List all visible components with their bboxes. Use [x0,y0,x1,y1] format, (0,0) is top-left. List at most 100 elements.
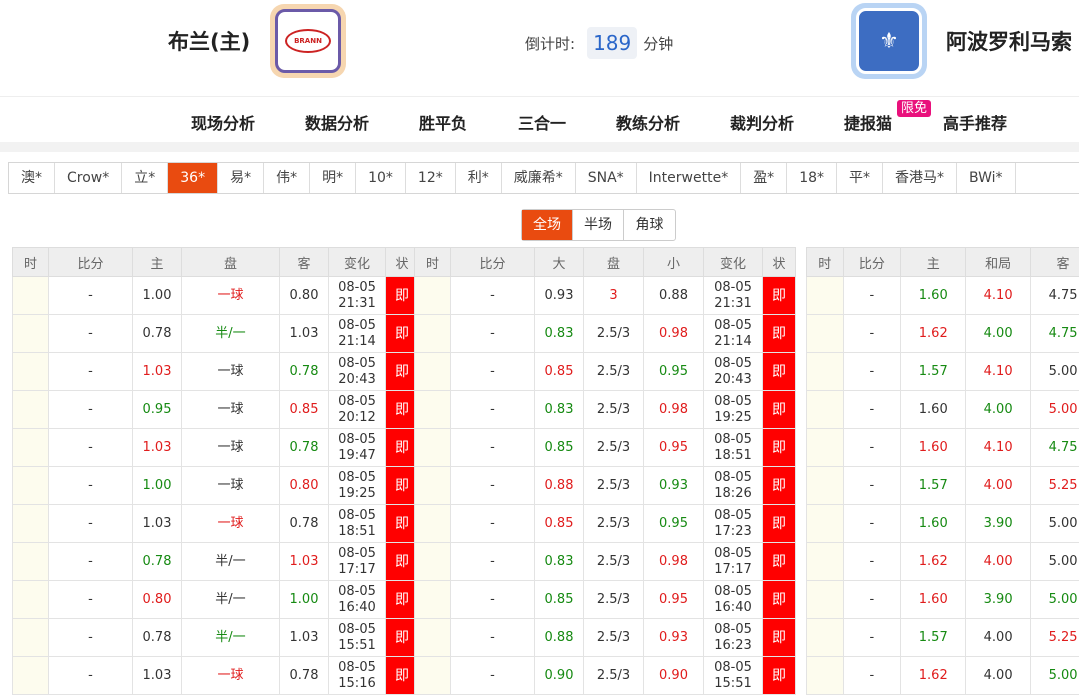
table-row[interactable]: -1.603.905.00 [807,505,1079,543]
bookmaker-tab[interactable]: 36* [168,163,218,193]
table-row[interactable]: -0.9330.8808-0521:31即 [415,277,796,315]
status-cell[interactable]: 即 [763,581,796,619]
table-row[interactable]: -0.832.5/30.9808-0521:14即 [415,315,796,353]
under-odds-cell: 0.93 [644,467,704,505]
table-row[interactable]: -0.832.5/30.9808-0519:25即 [415,391,796,429]
table-row[interactable]: -1.604.005.00 [807,391,1079,429]
status-cell[interactable]: 即 [763,619,796,657]
score-cell: - [843,581,901,619]
table-row[interactable]: -0.78半/一1.0308-0517:17即 [13,543,419,581]
table-row[interactable]: -1.00一球0.8008-0521:31即 [13,277,419,315]
table-row[interactable]: -0.882.5/30.9308-0516:23即 [415,619,796,657]
bookmaker-tab[interactable]: 澳* [9,163,55,193]
table-row[interactable]: -0.852.5/30.9508-0516:40即 [415,581,796,619]
table-row[interactable]: -0.80半/一1.0008-0516:40即 [13,581,419,619]
bookmaker-tab[interactable]: BWi* [957,163,1016,193]
away-team-name[interactable]: 阿波罗利马索 [946,26,1072,56]
table-row[interactable]: -1.624.004.75 [807,315,1079,353]
change-time-cell: 08-0521:31 [704,277,763,315]
table-row[interactable]: -0.852.5/30.9508-0517:23即 [415,505,796,543]
table-row[interactable]: -0.95一球0.8508-0520:12即 [13,391,419,429]
period-tab[interactable]: 全场 [522,210,573,240]
table-row[interactable]: -1.03一球0.7808-0520:43即 [13,353,419,391]
table-row[interactable]: -1.574.005.25 [807,467,1079,505]
status-cell[interactable]: 即 [763,353,796,391]
nav-referee-analysis[interactable]: 裁判分析 [730,110,794,134]
table-row[interactable]: -1.624.005.00 [807,543,1079,581]
table-row[interactable]: -1.574.005.25 [807,619,1079,657]
score-cell: - [451,505,535,543]
change-date: 08-05 [704,470,762,486]
bookmaker-tab[interactable]: 10* [356,163,406,193]
time-blank-cell [415,353,451,391]
bookmaker-tab[interactable]: 利* [456,163,502,193]
table-row[interactable]: -1.574.105.00 [807,353,1079,391]
table-row[interactable]: -1.624.005.00 [807,657,1079,695]
change-time: 21:14 [704,334,762,350]
bookmaker-tab[interactable]: 12* [406,163,456,193]
nav-coach-analysis[interactable]: 教练分析 [616,110,680,134]
bookmaker-tab[interactable]: 伟* [264,163,310,193]
bookmaker-tab[interactable]: 平* [837,163,883,193]
away-odds-cell: 1.03 [280,315,329,353]
bookmaker-tab[interactable]: 立* [122,163,168,193]
bookmaker-tab[interactable]: 18* [787,163,837,193]
time-blank-cell [807,505,844,543]
period-tab[interactable]: 半场 [573,210,624,240]
status-cell[interactable]: 即 [763,391,796,429]
table-row[interactable]: -0.852.5/30.9508-0520:43即 [415,353,796,391]
table-row[interactable]: -1.03一球0.7808-0518:51即 [13,505,419,543]
bookmaker-tab[interactable]: 威廉希* [502,163,576,193]
bookmaker-tab[interactable]: 香港马* [883,163,957,193]
home-team-logo[interactable]: BRANN [270,4,346,78]
away-team-logo[interactable]: ⚜ [851,3,927,79]
period-tab[interactable]: 角球 [624,210,675,240]
status-cell[interactable]: 即 [763,543,796,581]
nav-jiebaomao[interactable]: 捷报猫 [844,110,892,134]
status-cell[interactable]: 即 [763,315,796,353]
nav-win-draw-lose[interactable]: 胜平负 [419,110,467,134]
status-cell[interactable]: 即 [763,657,796,695]
bookmaker-tab[interactable]: Interwette* [637,163,742,193]
home-odds-cell: 0.78 [133,543,182,581]
under-odds-cell: 0.93 [644,619,704,657]
time-blank-cell [13,657,49,695]
bookmaker-tab[interactable]: 明* [310,163,356,193]
status-cell[interactable]: 即 [763,429,796,467]
nav-data-analysis[interactable]: 数据分析 [305,110,369,134]
bookmaker-tab[interactable]: SNA* [576,163,637,193]
change-time-cell: 08-0516:40 [329,581,386,619]
handicap-cell: 一球 [182,657,280,695]
score-cell: - [843,543,901,581]
home-team-name[interactable]: 布兰(主) [168,26,250,56]
table-row[interactable]: -0.882.5/30.9308-0518:26即 [415,467,796,505]
table-row[interactable]: -0.832.5/30.9808-0517:17即 [415,543,796,581]
nav-expert-picks[interactable]: 高手推荐 [943,110,1007,134]
nav-three-in-one[interactable]: 三合一 [518,110,566,134]
table-row[interactable]: -0.78半/一1.0308-0515:51即 [13,619,419,657]
change-time-cell: 08-0515:16 [329,657,386,695]
total-line-cell: 2.5/3 [584,581,644,619]
bookmaker-tab[interactable]: 易* [218,163,264,193]
time-blank-cell [415,429,451,467]
status-cell[interactable]: 即 [763,505,796,543]
table-row[interactable]: -0.78半/一1.0308-0521:14即 [13,315,419,353]
nav-live-analysis[interactable]: 现场分析 [191,110,255,134]
change-time: 16:40 [704,600,762,616]
table-row[interactable]: -0.902.5/30.9008-0515:51即 [415,657,796,695]
table-row[interactable]: -1.00一球0.8008-0519:25即 [13,467,419,505]
table-row[interactable]: -0.852.5/30.9508-0518:51即 [415,429,796,467]
time-blank-cell [807,619,844,657]
bookmaker-tab[interactable]: Crow* [55,163,122,193]
away-odds-cell: 0.80 [280,467,329,505]
table-row[interactable]: -1.604.104.75 [807,277,1079,315]
table-row[interactable]: -1.604.104.75 [807,429,1079,467]
table-row[interactable]: -1.03一球0.7808-0515:16即 [13,657,419,695]
table-row[interactable]: -1.03一球0.7808-0519:47即 [13,429,419,467]
table-row[interactable]: -1.603.905.00 [807,581,1079,619]
bookmaker-tab[interactable]: 盈* [741,163,787,193]
status-cell[interactable]: 即 [763,277,796,315]
home-odds-cell: 1.00 [133,467,182,505]
status-cell[interactable]: 即 [763,467,796,505]
time-blank-cell [807,467,844,505]
